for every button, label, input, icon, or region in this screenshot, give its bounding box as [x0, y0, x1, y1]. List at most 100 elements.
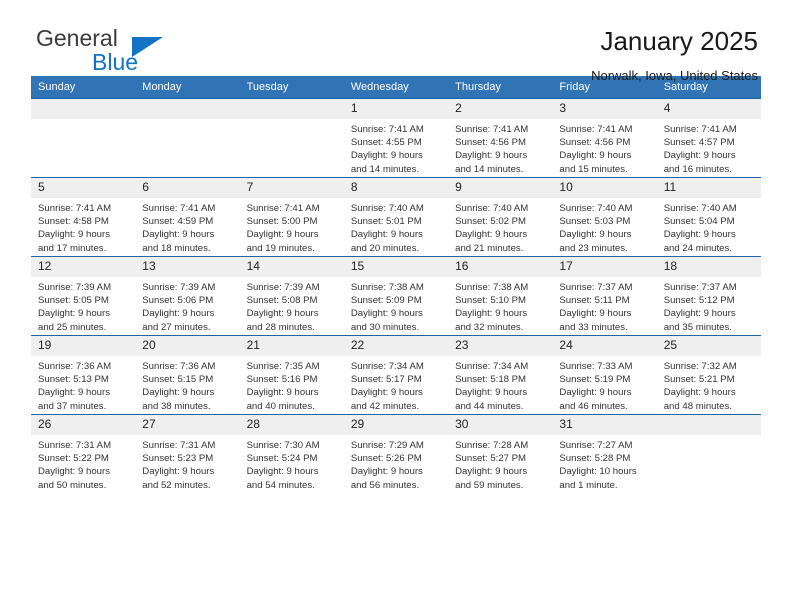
day-number — [656, 415, 761, 435]
calendar-cell[interactable]: 23 Sunrise: 7:34 AM Sunset: 5:18 PM Dayligh… — [448, 335, 553, 415]
day-number: 24 — [552, 336, 657, 356]
daylight-text: Daylight: 9 hours — [559, 150, 632, 162]
daylight-text-cont: and 28 minutes. — [246, 321, 315, 333]
calendar-cell[interactable]: 24 Sunrise: 7:33 AM Sunset: 5:19 PM Dayligh… — [552, 335, 657, 415]
daylight-text: Daylight: 9 hours — [350, 308, 423, 320]
calendar-cell[interactable]: 16 Sunrise: 7:38 AM Sunset: 5:10 PM Dayligh… — [448, 256, 553, 336]
daylight-text: Daylight: 9 hours — [142, 229, 215, 241]
calendar-cell[interactable]: 25 Sunrise: 7:32 AM Sunset: 5:21 PM Dayligh… — [656, 335, 761, 415]
calendar-cell[interactable]: 17 Sunrise: 7:37 AM Sunset: 5:11 PM Dayligh… — [552, 256, 657, 336]
daylight-text: Daylight: 10 hours — [559, 466, 637, 478]
sunset-text: Sunset: 5:09 PM — [350, 295, 422, 307]
calendar-cell[interactable]: 13 Sunrise: 7:39 AM Sunset: 5:06 PM Dayligh… — [135, 256, 240, 336]
calendar-cell[interactable]: 7 Sunrise: 7:41 AM Sunset: 5:00 PM Daylight… — [239, 177, 344, 257]
day-number: 11 — [656, 178, 761, 198]
calendar-cell[interactable]: 27 Sunrise: 7:31 AM Sunset: 5:23 PM Dayligh… — [135, 414, 240, 493]
daylight-text-cont: and 16 minutes. — [663, 163, 732, 175]
calendar-cell[interactable]: 9 Sunrise: 7:40 AM Sunset: 5:02 PM Daylight… — [448, 177, 553, 257]
day-number: 3 — [552, 99, 657, 119]
day-details: Sunrise: 7:39 AM Sunset: 5:08 PM Daylight:… — [240, 277, 344, 334]
sunset-text: Sunset: 5:00 PM — [246, 216, 318, 228]
calendar-cell[interactable]: 6 Sunrise: 7:41 AM Sunset: 4:59 PM Daylight… — [135, 177, 240, 257]
calendar-cell[interactable]: 22 Sunrise: 7:34 AM Sunset: 5:17 PM Dayligh… — [343, 335, 449, 415]
calendar-cell[interactable]: 28 Sunrise: 7:30 AM Sunset: 5:24 PM Dayligh… — [239, 414, 344, 493]
daylight-text-cont: and 38 minutes. — [142, 400, 211, 412]
day-details: Sunrise: 7:41 AM Sunset: 4:57 PM Daylight:… — [657, 119, 761, 176]
calendar-cell[interactable]: 20 Sunrise: 7:36 AM Sunset: 5:15 PM Dayligh… — [135, 335, 240, 415]
calendar-cell[interactable]: 5 Sunrise: 7:41 AM Sunset: 4:58 PM Daylight… — [31, 177, 136, 257]
daylight-text: Daylight: 9 hours — [350, 387, 423, 399]
daylight-text-cont: and 48 minutes. — [663, 400, 732, 412]
daylight-text: Daylight: 9 hours — [246, 466, 319, 478]
page-title: January 2025 — [600, 26, 758, 56]
sunset-text: Sunset: 4:58 PM — [38, 216, 109, 228]
calendar-cell[interactable]: 10 Sunrise: 7:40 AM Sunset: 5:03 PM Dayligh… — [552, 177, 657, 257]
day-details: Sunrise: 7:40 AM Sunset: 5:02 PM Daylight:… — [448, 198, 552, 255]
calendar-cell[interactable]: 4 Sunrise: 7:41 AM Sunset: 4:57 PM Daylight… — [656, 98, 761, 178]
sunset-text: Sunset: 5:06 PM — [142, 295, 214, 307]
day-details: Sunrise: 7:40 AM Sunset: 5:03 PM Daylight:… — [552, 198, 656, 255]
daylight-text-cont: and 52 minutes. — [142, 479, 211, 491]
day-details: Sunrise: 7:31 AM Sunset: 5:22 PM Daylight:… — [31, 435, 135, 492]
daylight-text-cont: and 21 minutes. — [455, 242, 524, 254]
calendar-cell[interactable]: 11 Sunrise: 7:40 AM Sunset: 5:04 PM Dayligh… — [656, 177, 761, 257]
daylight-text: Daylight: 9 hours — [455, 229, 528, 241]
daylight-text: Daylight: 9 hours — [142, 308, 215, 320]
calendar-cell[interactable]: 8 Sunrise: 7:40 AM Sunset: 5:01 PM Daylight… — [343, 177, 449, 257]
daylight-text: Daylight: 9 hours — [38, 308, 110, 320]
day-number: 7 — [239, 178, 344, 198]
sunrise-text: Sunrise: 7:41 AM — [38, 203, 112, 214]
daylight-text-cont: and 30 minutes. — [350, 321, 420, 333]
day-details: Sunrise: 7:41 AM Sunset: 4:56 PM Daylight:… — [552, 119, 656, 176]
day-details: Sunrise: 7:41 AM Sunset: 4:55 PM Daylight:… — [344, 119, 448, 176]
sunrise-text: Sunrise: 7:32 AM — [663, 361, 737, 372]
day-number: 13 — [135, 257, 240, 277]
day-number: 8 — [343, 178, 449, 198]
calendar-week-row: 12 Sunrise: 7:39 AM Sunset: 5:05 PM Dayligh… — [31, 256, 761, 336]
day-number: 6 — [135, 178, 240, 198]
daylight-text: Daylight: 9 hours — [559, 387, 632, 399]
calendar-cell-empty — [31, 98, 136, 178]
calendar-cell[interactable]: 1 Sunrise: 7:41 AM Sunset: 4:55 PM Daylight… — [343, 98, 449, 178]
sunset-text: Sunset: 5:08 PM — [246, 295, 318, 307]
daylight-text: Daylight: 9 hours — [663, 229, 736, 241]
calendar-cell[interactable]: 21 Sunrise: 7:35 AM Sunset: 5:16 PM Dayligh… — [239, 335, 344, 415]
daylight-text: Daylight: 9 hours — [455, 308, 528, 320]
sunrise-text: Sunrise: 7:34 AM — [350, 361, 424, 372]
calendar-cell[interactable]: 30 Sunrise: 7:28 AM Sunset: 5:27 PM Dayligh… — [448, 414, 553, 493]
day-details: Sunrise: 7:34 AM Sunset: 5:17 PM Daylight:… — [344, 356, 448, 413]
sunset-text: Sunset: 5:04 PM — [663, 216, 735, 228]
calendar-cell[interactable]: 2 Sunrise: 7:41 AM Sunset: 4:56 PM Daylight… — [448, 98, 553, 178]
calendar-cell[interactable]: 14 Sunrise: 7:39 AM Sunset: 5:08 PM Dayligh… — [239, 256, 344, 336]
day-number: 25 — [656, 336, 761, 356]
calendar-cell[interactable]: 26 Sunrise: 7:31 AM Sunset: 5:22 PM Dayligh… — [31, 414, 136, 493]
page-header: General Blue January 2025 Norwalk, Iowa,… — [31, 0, 761, 84]
daylight-text: Daylight: 9 hours — [663, 150, 736, 162]
sunrise-text: Sunrise: 7:31 AM — [142, 440, 216, 451]
calendar-week-row: 19 Sunrise: 7:36 AM Sunset: 5:13 PM Dayligh… — [31, 335, 761, 415]
sunrise-text: Sunrise: 7:37 AM — [559, 282, 633, 293]
daylight-text: Daylight: 9 hours — [559, 308, 632, 320]
logo[interactable]: General Blue — [31, 26, 236, 82]
calendar-cell[interactable]: 31 Sunrise: 7:27 AM Sunset: 5:28 PM Dayligh… — [552, 414, 657, 493]
sunrise-text: Sunrise: 7:41 AM — [663, 124, 737, 135]
calendar-cell[interactable]: 29 Sunrise: 7:29 AM Sunset: 5:26 PM Dayligh… — [343, 414, 449, 493]
calendar-cell[interactable]: 15 Sunrise: 7:38 AM Sunset: 5:09 PM Dayligh… — [343, 256, 449, 336]
daylight-text: Daylight: 9 hours — [663, 387, 736, 399]
calendar-cell[interactable]: 12 Sunrise: 7:39 AM Sunset: 5:05 PM Dayligh… — [31, 256, 136, 336]
day-details: Sunrise: 7:35 AM Sunset: 5:16 PM Daylight:… — [240, 356, 344, 413]
day-details: Sunrise: 7:41 AM Sunset: 4:59 PM Daylight:… — [135, 198, 239, 255]
calendar-cell[interactable]: 3 Sunrise: 7:41 AM Sunset: 4:56 PM Daylight… — [552, 98, 657, 178]
daylight-text-cont: and 27 minutes. — [142, 321, 211, 333]
daylight-text: Daylight: 9 hours — [559, 229, 632, 241]
sunset-text: Sunset: 5:05 PM — [38, 295, 109, 307]
day-details: Sunrise: 7:30 AM Sunset: 5:24 PM Daylight:… — [240, 435, 344, 492]
calendar-cell[interactable]: 19 Sunrise: 7:36 AM Sunset: 5:13 PM Dayligh… — [31, 335, 136, 415]
day-details: Sunrise: 7:39 AM Sunset: 5:05 PM Daylight:… — [31, 277, 135, 334]
daylight-text-cont: and 25 minutes. — [38, 321, 107, 333]
calendar-week-row: 26 Sunrise: 7:31 AM Sunset: 5:22 PM Dayligh… — [31, 414, 761, 493]
sunset-text: Sunset: 4:57 PM — [663, 137, 735, 149]
calendar-cell[interactable]: 18 Sunrise: 7:37 AM Sunset: 5:12 PM Dayligh… — [656, 256, 761, 336]
calendar-page: General Blue January 2025 Norwalk, Iowa,… — [0, 0, 792, 612]
day-number: 20 — [135, 336, 240, 356]
